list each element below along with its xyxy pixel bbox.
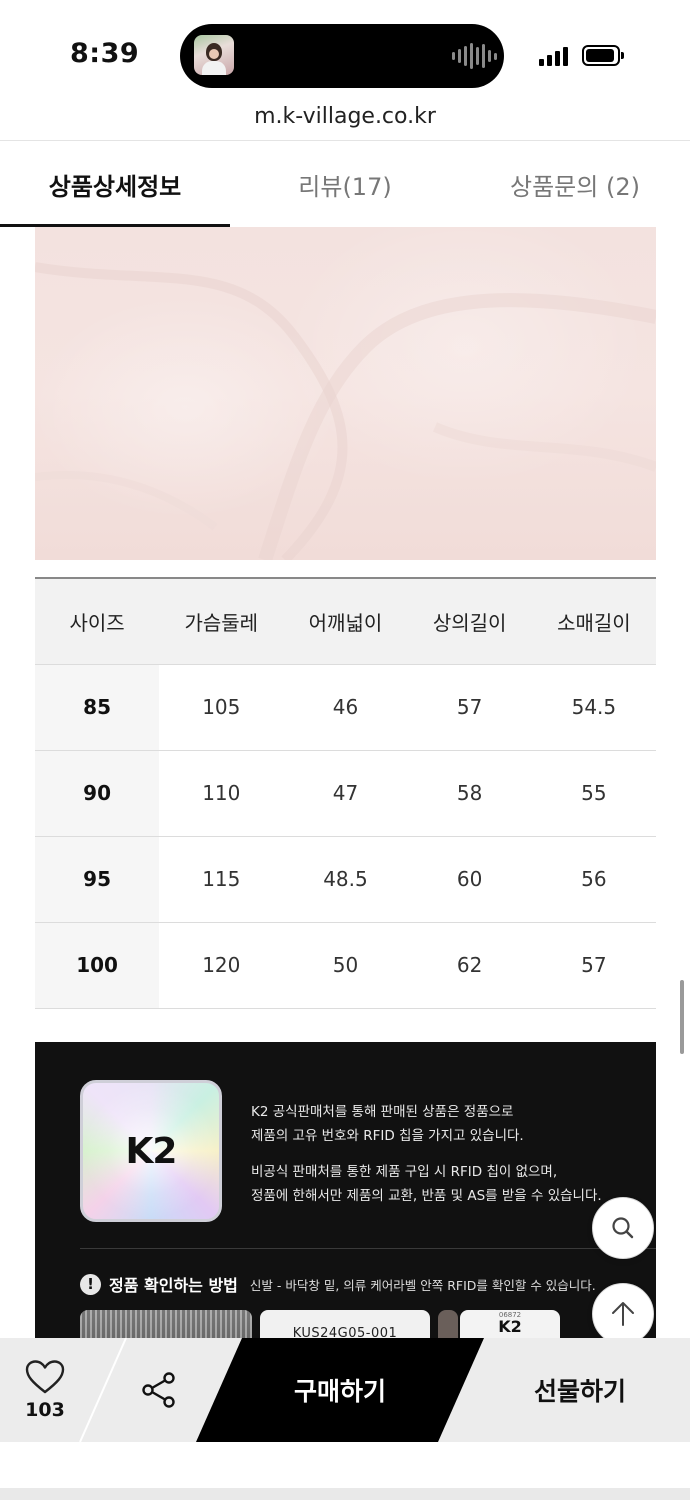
alert-icon: !	[80, 1273, 101, 1295]
authenticity-description: K2 공식판매처를 통해 판매된 상품은 정품으로 제품의 고유 번호와 RFI…	[251, 1100, 641, 1208]
table-cell: 56	[531, 836, 656, 923]
check-description: 신발 - 바닥창 밑, 의류 케어라벨 안쪽 RFID를 확인할 수 있습니다.	[249, 1277, 596, 1293]
floating-search-button[interactable]	[592, 1197, 654, 1259]
like-button[interactable]: 103	[0, 1338, 90, 1442]
buy-button[interactable]: 구매하기	[196, 1338, 484, 1442]
table-cell: 47	[283, 750, 408, 837]
size-chart-table: 사이즈 가슴둘레 어깨넓이 상의길이 소매길이 85 105 46 57 54.…	[35, 577, 656, 1009]
thumbnail-face	[206, 43, 222, 61]
table-cell: 115	[159, 836, 284, 923]
k2-hologram-logo: K2	[80, 1080, 222, 1222]
table-cell: 57	[407, 664, 532, 751]
scrollbar-thumb[interactable]	[680, 980, 684, 1054]
table-row: 90 110 47 58 55	[35, 750, 656, 837]
auth-line: 정품에 한해서만 제품의 교환, 반품 및 AS를 받을 수 있습니다.	[251, 1188, 602, 1204]
tab-product-details[interactable]: 상품상세정보	[0, 141, 230, 227]
table-cell: 60	[407, 836, 532, 923]
care-label-brand: K2	[498, 1317, 522, 1336]
size-cell: 85	[35, 664, 160, 751]
table-cell: 58	[407, 750, 532, 837]
share-icon	[142, 1372, 175, 1408]
table-row: 85 105 46 57 54.5	[35, 664, 656, 751]
fabric-folds	[35, 262, 656, 560]
heart-icon	[25, 1360, 65, 1394]
dynamic-island[interactable]	[180, 24, 504, 88]
gift-button[interactable]: 선물하기	[470, 1338, 690, 1442]
table-cell: 48.5	[283, 836, 408, 923]
size-cell: 95	[35, 836, 160, 923]
header-sleeve: 소매길이	[531, 577, 656, 665]
authenticity-check-row: ! 정품 확인하는 방법 신발 - 바닥창 밑, 의류 케어라벨 안쪽 RFID…	[80, 1272, 596, 1296]
check-title: 정품 확인하는 방법	[109, 1276, 238, 1295]
table-cell: 62	[407, 922, 532, 1009]
browser-toolbar-edge	[0, 1488, 690, 1500]
search-icon	[612, 1217, 634, 1239]
header-shoulder: 어깨넓이	[283, 577, 408, 665]
header-size: 사이즈	[35, 577, 160, 665]
divider	[80, 1248, 656, 1249]
status-time: 8:39	[70, 38, 140, 69]
tab-product-inquiry[interactable]: 상품문의 (2)	[460, 141, 690, 227]
size-cell: 90	[35, 750, 160, 837]
table-row: 95 115 48.5 60 56	[35, 836, 656, 923]
authenticity-banner: K2 K2 공식판매처를 통해 판매된 상품은 정품으로 제품의 고유 번호와 …	[35, 1042, 656, 1342]
table-cell: 46	[283, 664, 408, 751]
status-bar: 8:39 m.k-village.co.kr	[0, 0, 690, 141]
size-chart-header-row: 사이즈 가슴둘레 어깨넓이 상의길이 소매길이	[35, 577, 656, 665]
thumbnail-shirt	[202, 61, 226, 75]
now-playing-thumbnail[interactable]	[194, 35, 234, 75]
header-chest: 가슴둘레	[159, 577, 284, 665]
share-button[interactable]	[122, 1338, 196, 1442]
bottom-action-bar: 103 구매하기 선물하기	[0, 1338, 690, 1442]
like-count: 103	[25, 1399, 65, 1421]
battery-icon	[582, 45, 624, 66]
audio-wave-icon	[452, 42, 497, 70]
k2-logo-text: K2	[125, 1130, 178, 1172]
address-bar-url[interactable]: m.k-village.co.kr	[0, 104, 690, 129]
auth-line: 비공식 판매처를 통한 제품 구입 시 RFID 칩이 없으며,	[251, 1164, 558, 1180]
table-cell: 55	[531, 750, 656, 837]
auth-line: K2 공식판매처를 통해 판매된 상품은 정품으로	[251, 1104, 514, 1120]
table-cell: 120	[159, 922, 284, 1009]
size-cell: 100	[35, 922, 160, 1009]
header-length: 상의길이	[407, 577, 532, 665]
auth-line: 제품의 고유 번호와 RFID 칩을 가지고 있습니다.	[251, 1128, 524, 1144]
signal-icon	[539, 46, 568, 66]
divider	[79, 1338, 127, 1442]
tab-reviews[interactable]: 리뷰(17)	[230, 141, 460, 227]
table-cell: 57	[531, 922, 656, 1009]
scroll-to-top-button[interactable]	[592, 1283, 654, 1345]
table-cell: 54.5	[531, 664, 656, 751]
product-detail-image	[35, 227, 656, 560]
table-cell: 105	[159, 664, 284, 751]
arrow-up-icon	[612, 1302, 634, 1326]
product-tabs: 상품상세정보 리뷰(17) 상품문의 (2)	[0, 141, 690, 227]
buy-button-label: 구매하기	[293, 1377, 386, 1406]
table-cell: 110	[159, 750, 284, 837]
table-cell: 50	[283, 922, 408, 1009]
table-row: 100 120 50 62 57	[35, 922, 656, 1009]
